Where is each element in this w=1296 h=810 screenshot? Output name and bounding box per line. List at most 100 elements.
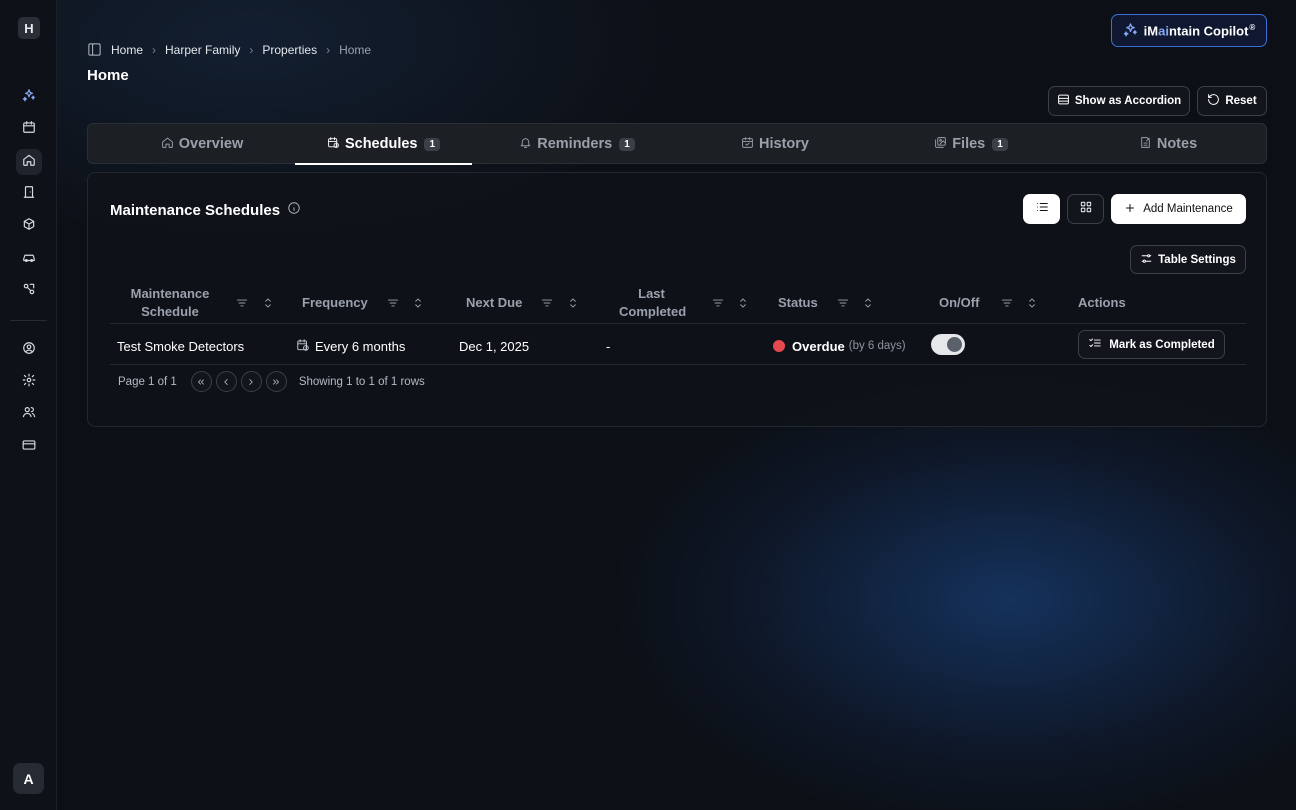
list-check-icon bbox=[1088, 336, 1102, 353]
panel-title: Maintenance Schedules bbox=[110, 201, 301, 219]
info-icon[interactable] bbox=[287, 201, 301, 219]
enabled-toggle[interactable] bbox=[931, 334, 965, 355]
column-header-onoff[interactable]: On/Off bbox=[939, 281, 1049, 325]
add-maintenance-button[interactable]: Add Maintenance bbox=[1111, 194, 1246, 224]
sidebar-item-doors[interactable] bbox=[16, 181, 42, 207]
filter-icon[interactable] bbox=[711, 296, 725, 310]
table-divider bbox=[110, 323, 1246, 324]
show-as-accordion-button[interactable]: Show as Accordion bbox=[1048, 86, 1190, 116]
sort-icon[interactable] bbox=[411, 296, 425, 310]
credit-card-icon bbox=[22, 438, 36, 457]
breadcrumb-properties[interactable]: Properties bbox=[262, 43, 317, 57]
tab-bar: Overview Schedules 1 Reminders 1 History… bbox=[87, 123, 1267, 165]
column-header-status[interactable]: Status bbox=[778, 281, 888, 325]
home-icon bbox=[22, 153, 36, 172]
sidebar-item-billing[interactable] bbox=[16, 434, 42, 460]
sort-icon[interactable] bbox=[1025, 296, 1039, 310]
sidebar-item-members[interactable] bbox=[16, 401, 42, 427]
tab-reminders[interactable]: Reminders 1 bbox=[472, 124, 682, 164]
notes-icon bbox=[1139, 136, 1152, 153]
sliders-icon bbox=[1140, 252, 1153, 268]
tab-badge: 1 bbox=[424, 137, 441, 151]
prev-page-button[interactable] bbox=[215, 371, 237, 392]
cell-frequency: Every 6 months bbox=[296, 336, 405, 356]
sort-icon[interactable] bbox=[261, 296, 275, 310]
sidebar-divider bbox=[10, 320, 47, 321]
users-icon bbox=[22, 405, 36, 424]
table-divider bbox=[110, 364, 1246, 365]
sidebar-item-tools[interactable] bbox=[16, 278, 42, 304]
cell-next-due: Dec 1, 2025 bbox=[459, 338, 530, 354]
door-icon bbox=[22, 185, 36, 204]
last-page-button[interactable] bbox=[265, 371, 287, 392]
box-icon bbox=[22, 217, 36, 236]
breadcrumb-family[interactable]: Harper Family bbox=[165, 43, 240, 57]
list-layout-icon bbox=[1057, 93, 1070, 109]
reset-icon bbox=[1207, 93, 1220, 109]
chevron-right-icon: › bbox=[152, 42, 157, 57]
filter-icon[interactable] bbox=[1000, 296, 1014, 310]
copilot-label: iMaintain Copilot® bbox=[1143, 22, 1256, 39]
tab-notes[interactable]: Notes bbox=[1074, 124, 1262, 164]
schedules-panel: Maintenance Schedules Add Maintenance Ta… bbox=[87, 172, 1267, 427]
next-page-button[interactable] bbox=[240, 371, 262, 392]
calendar-icon bbox=[22, 120, 36, 139]
sidebar-item-home[interactable] bbox=[16, 149, 42, 175]
column-header-last-completed[interactable]: Last Completed bbox=[619, 281, 754, 325]
user-circle-icon bbox=[22, 341, 36, 360]
grid-view-button[interactable] bbox=[1067, 194, 1104, 224]
calendar-check-icon bbox=[741, 136, 754, 153]
sort-icon[interactable] bbox=[566, 296, 580, 310]
cell-schedule: Test Smoke Detectors bbox=[117, 338, 245, 354]
breadcrumb-home[interactable]: Home bbox=[111, 43, 143, 57]
sidebar-item-items[interactable] bbox=[16, 213, 42, 239]
page-indicator: Page 1 of 1 bbox=[118, 375, 177, 388]
avatar[interactable]: A bbox=[13, 763, 44, 794]
sort-icon[interactable] bbox=[736, 296, 750, 310]
grid-icon bbox=[1079, 200, 1093, 219]
sidebar-item-copilot[interactable] bbox=[16, 84, 42, 110]
tab-files[interactable]: Files 1 bbox=[868, 124, 1074, 164]
first-page-button[interactable] bbox=[190, 371, 212, 392]
list-icon bbox=[1035, 200, 1049, 219]
list-view-button[interactable] bbox=[1023, 194, 1060, 224]
tab-badge: 1 bbox=[992, 137, 1008, 151]
sidebar-item-calendar[interactable] bbox=[16, 116, 42, 142]
tab-history[interactable]: History bbox=[682, 124, 868, 164]
workspace-logo[interactable]: H bbox=[18, 17, 40, 39]
sort-icon[interactable] bbox=[861, 296, 875, 310]
toggle-knob bbox=[947, 337, 962, 352]
sidebar-toggle-icon[interactable] bbox=[87, 42, 102, 57]
tab-badge: 1 bbox=[619, 137, 635, 151]
column-header-frequency[interactable]: Frequency bbox=[302, 281, 432, 325]
sparkles-icon bbox=[22, 88, 36, 107]
breadcrumb-current: Home bbox=[339, 42, 372, 57]
column-header-schedule[interactable]: Maintenance Schedule bbox=[110, 281, 285, 325]
column-header-next-due[interactable]: Next Due bbox=[466, 281, 581, 325]
tab-schedules[interactable]: Schedules 1 bbox=[295, 124, 472, 165]
table-settings-button[interactable]: Table Settings bbox=[1130, 245, 1246, 274]
breadcrumb: Home › Harper Family › Properties › Home bbox=[87, 42, 371, 57]
tab-overview[interactable]: Overview bbox=[108, 124, 296, 164]
status-badge: Overdue bbox=[792, 338, 845, 354]
page-title: Home bbox=[87, 67, 129, 84]
filter-icon[interactable] bbox=[235, 296, 249, 310]
chevron-right-icon: › bbox=[249, 42, 254, 57]
filter-icon[interactable] bbox=[836, 296, 850, 310]
sidebar-item-vehicles[interactable] bbox=[16, 246, 42, 272]
copilot-button[interactable]: iMaintain Copilot® bbox=[1111, 14, 1267, 47]
pagination: Page 1 of 1 Showing 1 to 1 of 1 rows bbox=[118, 371, 425, 392]
sidebar-item-profile[interactable] bbox=[16, 337, 42, 363]
reset-button[interactable]: Reset bbox=[1197, 86, 1267, 116]
home-icon bbox=[161, 136, 174, 153]
calendar-clock-icon bbox=[296, 338, 315, 355]
row-count-text: Showing 1 to 1 of 1 rows bbox=[298, 375, 425, 388]
mark-as-completed-button[interactable]: Mark as Completed bbox=[1078, 330, 1225, 359]
plus-icon bbox=[1124, 202, 1136, 217]
filter-icon[interactable] bbox=[386, 296, 400, 310]
sidebar-item-settings[interactable] bbox=[16, 369, 42, 395]
cell-last-completed: - bbox=[606, 338, 611, 354]
filter-icon[interactable] bbox=[540, 296, 554, 310]
images-icon bbox=[934, 136, 947, 153]
sparkles-icon bbox=[1123, 22, 1138, 40]
